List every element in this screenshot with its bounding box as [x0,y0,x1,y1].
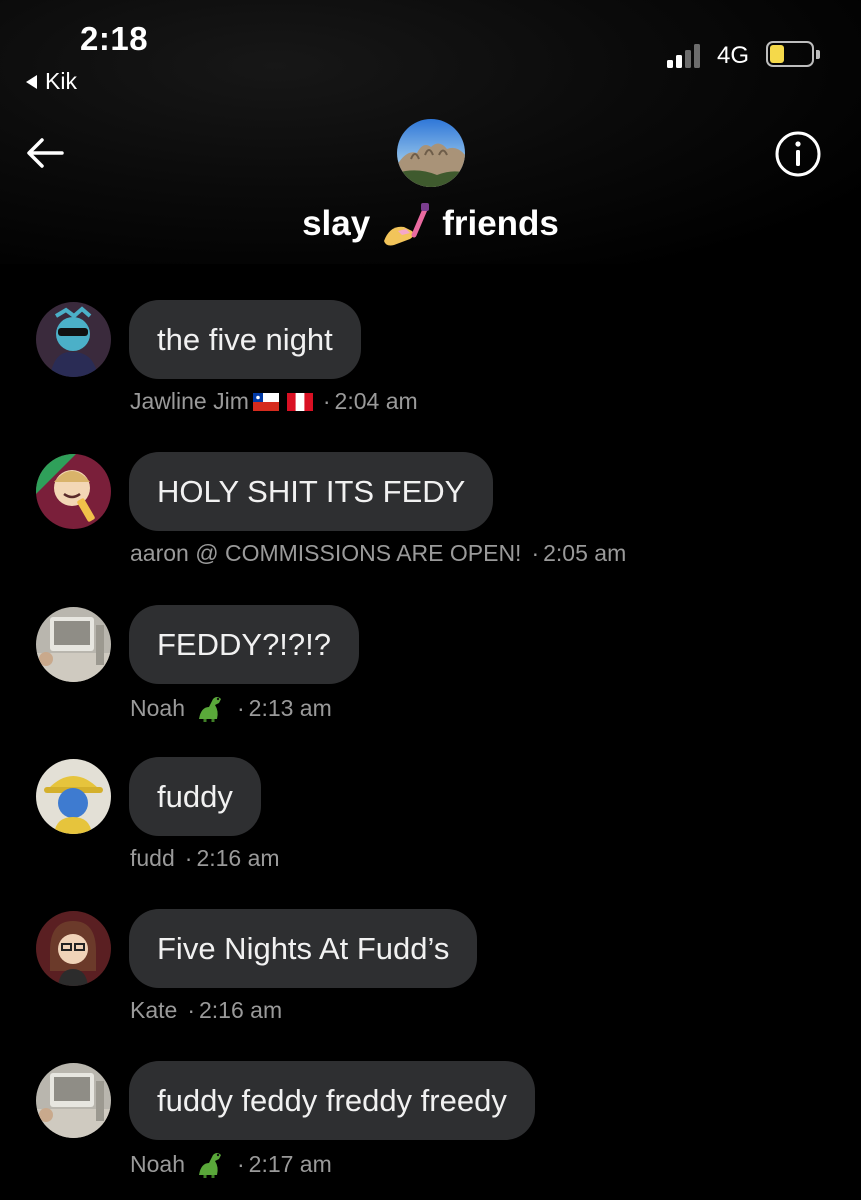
avatar[interactable] [36,1063,111,1138]
battery-icon [766,41,820,67]
info-icon[interactable] [774,130,822,178]
message-time: 2:13 am [248,694,332,721]
back-to-app-link[interactable]: Kik [26,68,77,95]
battery-level [770,45,784,63]
back-triangle-icon [26,74,37,89]
message-time: 2:04 am [334,388,418,414]
message-bubble[interactable]: fuddy feddy freddy freedy [129,1061,535,1140]
sender-name: Noah [130,694,185,721]
nail-polish-emoji-icon [384,203,430,246]
message-time: 2:16 am [196,845,280,871]
sender-name: Kate [130,997,178,1023]
signal-strength-icon [667,44,700,68]
sender-name: aaron @ COMMISSIONS ARE OPEN! [130,540,522,566]
message-meta: aaron @ COMMISSIONS ARE OPEN! · 2:05 am [130,540,626,567]
back-arrow-icon[interactable] [22,130,68,176]
message-bubble[interactable]: HOLY SHIT ITS FEDY [129,452,494,531]
message-item: the five night Jawline Jim · 2:04 am [0,300,861,430]
avatar[interactable] [36,454,111,529]
avatar[interactable] [36,607,111,682]
meta-separator: · [236,694,245,721]
meta-separator: · [322,388,331,414]
dinosaur-emoji-icon [198,697,221,722]
message-bubble[interactable]: Five Nights At Fudd’s [129,909,478,988]
meta-separator: · [187,997,195,1023]
chile-flag-icon [252,392,279,411]
group-title-part1: slay [302,204,371,243]
message-item: fuddy fudd · 2:16 am [0,757,861,887]
dinosaur-emoji-icon [198,1153,221,1178]
sender-name: Jawline Jim [130,388,249,414]
status-time: 2:18 [80,20,149,57]
message-item: Five Nights At Fudd’s Kate · 2:16 am [0,909,861,1039]
avatar[interactable] [36,302,111,377]
chat-screen: 2:18 Kik 4G slay friends the five night … [0,0,861,1200]
sender-name: fudd [130,845,175,871]
sender-name: Noah [130,1150,185,1177]
message-time: 2:16 am [199,997,283,1023]
message-meta: fudd · 2:16 am [130,845,280,872]
message-bubble[interactable]: FEDDY?!?!? [129,605,360,684]
message-bubble[interactable]: fuddy [129,757,261,836]
message-bubble[interactable]: the five night [129,300,361,379]
avatar[interactable] [36,759,111,834]
message-time: 2:05 am [543,540,627,566]
message-item: FEDDY?!?!? Noah · 2:13 am [0,605,861,735]
message-item: fuddy feddy freddy freedy Noah · 2:17 am [0,1061,861,1191]
message-meta: Jawline Jim · 2:04 am [130,388,418,415]
back-app-label: Kik [45,68,77,94]
network-type: 4G [717,42,750,69]
group-title-part2: friends [442,204,559,243]
meta-separator: · [236,1150,245,1177]
meta-separator: · [184,845,193,871]
message-meta: Kate · 2:16 am [130,997,282,1024]
meta-separator: · [531,540,540,566]
group-avatar[interactable] [397,119,465,187]
message-item: HOLY SHIT ITS FEDY aaron @ COMMISSIONS A… [0,452,861,582]
group-title: slay friends [0,201,861,247]
message-meta: Noah · 2:13 am [130,693,332,723]
message-time: 2:17 am [248,1150,332,1177]
peru-flag-icon [286,392,313,411]
avatar[interactable] [36,911,111,986]
message-meta: Noah · 2:17 am [130,1149,332,1179]
